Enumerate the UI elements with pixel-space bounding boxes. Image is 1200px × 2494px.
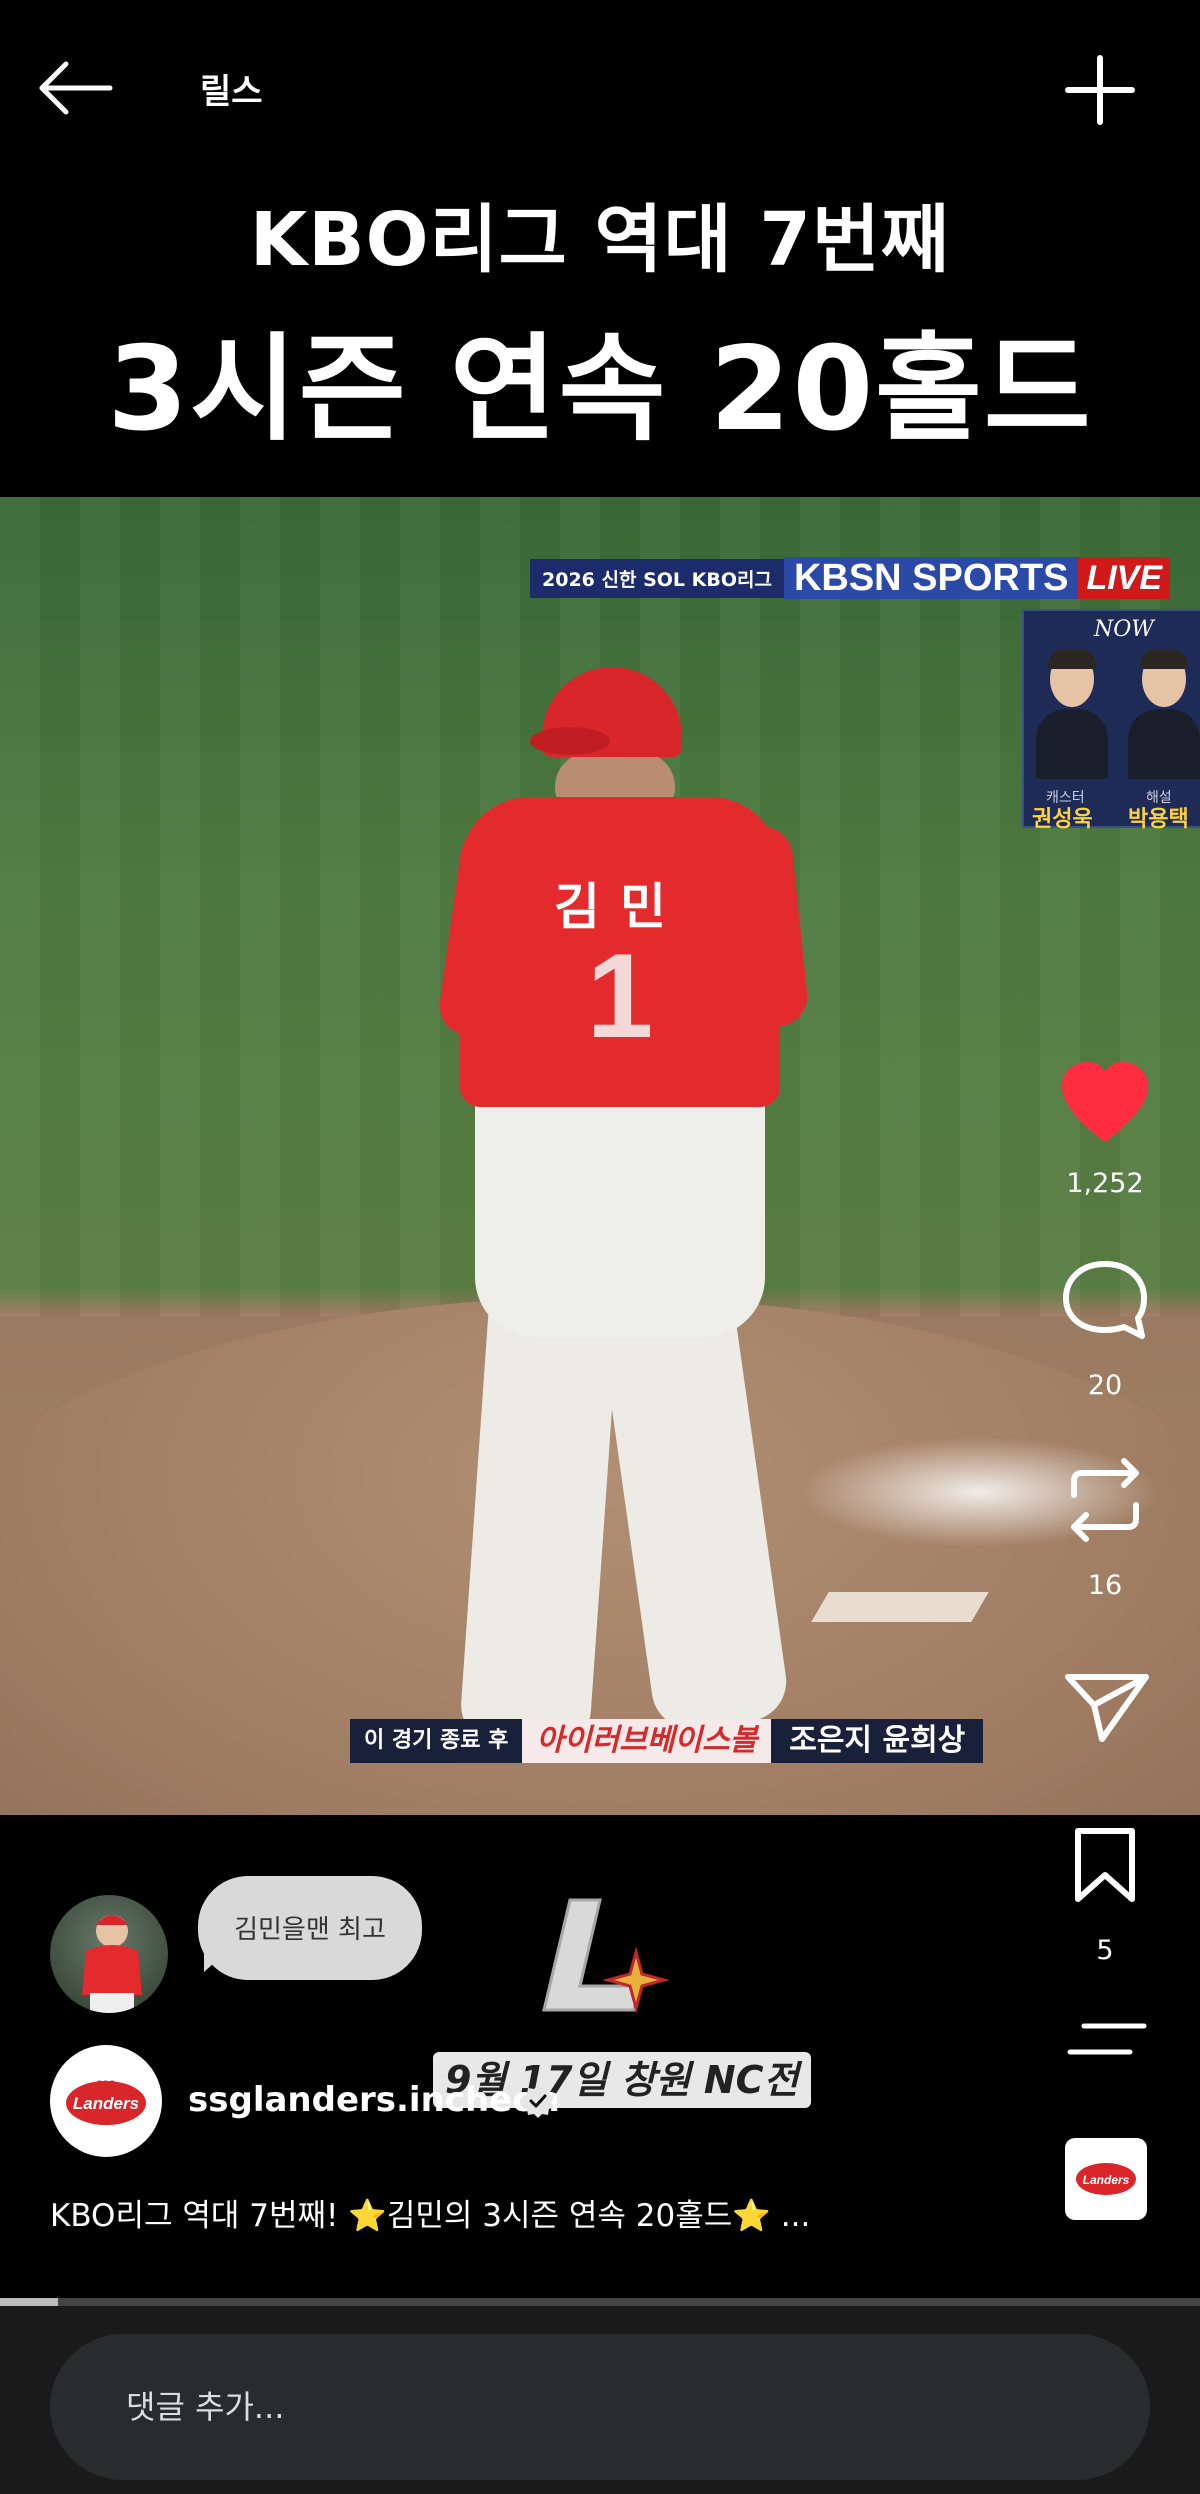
repost-icon[interactable] <box>1050 1455 1160 1545</box>
svg-text:Landers: Landers <box>73 2094 139 2113</box>
lower-third-banner: 이 경기 종료 후 아이러브베이스볼 조은지 윤희상 <box>350 1719 984 1763</box>
video-progress-bar[interactable] <box>0 2298 1200 2306</box>
account-avatar[interactable]: SSG Landers <box>50 2045 162 2157</box>
commenter-avatar[interactable] <box>50 1895 168 2013</box>
commentator-box: NOW 캐스터 권성욱 해설 박용택 <box>1022 609 1200 832</box>
repost-count: 16 <box>1087 1570 1123 1601</box>
landers-logo-icon: SSG Landers <box>66 2079 146 2125</box>
banner-show: 아이러브베이스볼 <box>522 1719 772 1763</box>
now-label: NOW <box>1094 617 1154 642</box>
caster-name: 권성욱 <box>1032 807 1093 832</box>
video-progress-fill <box>0 2298 58 2306</box>
live-badge: LIVE <box>1078 557 1171 599</box>
plus-icon[interactable] <box>1060 50 1140 130</box>
commentator-figure <box>1124 649 1200 781</box>
save-count: 5 <box>1096 1935 1114 1966</box>
caster-figure <box>1032 649 1112 781</box>
banner-hosts: 조은지 윤희상 <box>771 1719 984 1763</box>
svg-text:SSG: SSG <box>96 2079 115 2089</box>
landers-l-logo-icon <box>542 1898 670 2014</box>
commentator-name: 박용택 <box>1128 807 1189 832</box>
jersey-number: 1 <box>586 929 654 1063</box>
bookmark-icon[interactable] <box>1050 1825 1160 1905</box>
post-caption[interactable]: KBO리그 역대 7번째! ⭐김민의 3시즌 연속 20홀드⭐ ... <box>50 2190 810 2235</box>
broadcast-scorebug: 2026 신한 SOL KBO리그 KBSN SPORTS LIVE <box>530 557 1171 599</box>
comment-placeholder: 댓글 추가... <box>126 2388 285 2426</box>
comment-bubble: 김민을맨 최고 <box>198 1876 422 1980</box>
comment-bubble-text: 김민을맨 최고 <box>234 1915 386 1945</box>
comment-area: 댓글 추가... <box>0 2306 1200 2494</box>
account-username[interactable]: ssglanders.incheon <box>188 2080 560 2120</box>
headline-line-2: 3시즌 연속 20홀드 <box>107 322 1093 457</box>
top-bar: 릴스 <box>0 0 1200 175</box>
send-icon[interactable] <box>1050 1665 1160 1745</box>
pitching-rubber <box>811 1592 989 1622</box>
audio-thumbnail[interactable]: Landers <box>1065 2138 1147 2220</box>
more-icon[interactable] <box>1050 2018 1160 2062</box>
heart-icon[interactable] <box>1050 1058 1160 1148</box>
like-count: 1,252 <box>1066 1168 1144 1199</box>
banner-prefix: 이 경기 종료 후 <box>350 1719 523 1763</box>
headline-line-1: KBO리그 역대 7번째 <box>249 197 951 283</box>
landers-logo-icon: Landers <box>1076 2163 1136 2195</box>
network-label: KBSN SPORTS <box>783 557 1079 599</box>
pitcher-figure: 김민 1 <box>430 667 830 1767</box>
verified-badge-icon <box>522 2085 554 2118</box>
svg-text:Landers: Landers <box>1083 2173 1130 2187</box>
page-title: 릴스 <box>200 72 263 112</box>
comment-icon[interactable] <box>1050 1258 1160 1344</box>
league-label: 2026 신한 SOL KBO리그 <box>530 558 784 598</box>
back-arrow-icon[interactable] <box>36 58 116 118</box>
jersey: 김민 1 <box>460 797 780 1107</box>
comment-input[interactable]: 댓글 추가... <box>50 2334 1150 2480</box>
video-player[interactable]: 2026 신한 SOL KBO리그 KBSN SPORTS LIVE NOW 캐… <box>0 497 1200 1815</box>
comment-count: 20 <box>1087 1370 1123 1401</box>
player-avatar-icon <box>82 1915 142 2013</box>
